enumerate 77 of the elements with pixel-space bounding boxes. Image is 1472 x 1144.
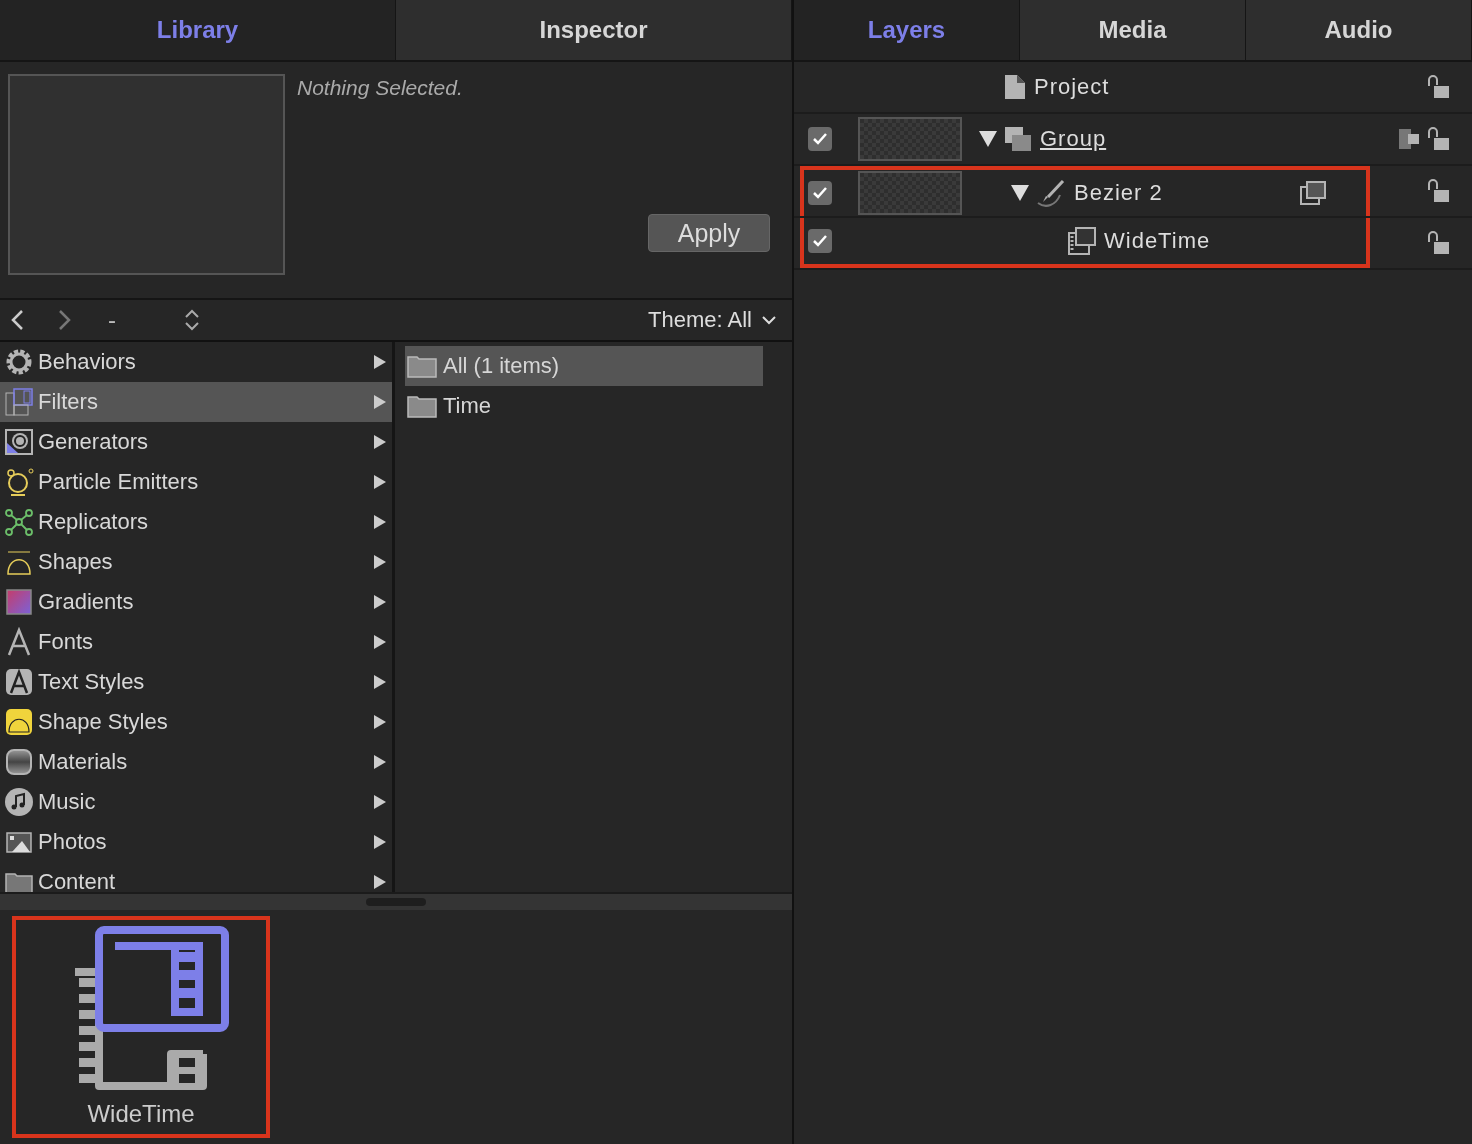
triangle-right-icon [374,355,386,369]
generator-icon [4,427,34,457]
category-item[interactable]: Fonts [0,622,392,662]
checkmark-icon [812,132,828,146]
unlocked-lock-icon[interactable] [1426,75,1450,99]
category-item[interactable]: Content [0,862,392,892]
triangle-right-icon [374,595,386,609]
checkbox[interactable] [808,229,832,253]
folder-icon [407,394,437,418]
unlocked-lock-icon[interactable] [1426,127,1450,151]
triangle-right-icon [374,555,386,569]
disclosure-triangle-icon[interactable] [979,131,997,147]
category-item[interactable]: Music [0,782,392,822]
folder-item[interactable]: Time [405,386,763,426]
unlocked-lock-icon[interactable] [1426,179,1450,203]
category-item[interactable]: Particle Emitters [0,462,392,502]
up-down-chevron-icon[interactable] [184,308,200,332]
paintbrush-icon [1036,179,1066,207]
checkmark-icon [812,186,828,200]
triangle-right-icon [374,395,386,409]
category-item[interactable]: Photos [0,822,392,862]
triangle-right-icon [374,795,386,809]
triangle-right-icon [374,435,386,449]
folder-item[interactable]: All (1 items) [405,346,763,386]
category-item[interactable]: Shape Styles [0,702,392,742]
align-icon[interactable] [1398,128,1420,150]
category-item[interactable]: Materials [0,742,392,782]
item-label: WideTime [87,1100,195,1128]
filter-stack-icon[interactable] [1300,181,1326,205]
folder-icon [407,354,437,378]
panel-tab[interactable]: Inspector [396,0,792,60]
category-item[interactable]: Filters [0,382,392,422]
shape-style-icon [4,707,34,737]
chevron-down-icon [762,315,776,325]
triangle-right-icon [374,515,386,529]
triangle-right-icon [374,675,386,689]
category-item[interactable]: Behaviors [0,342,392,382]
emitter-icon [4,467,34,497]
stacked-squares-icon [1004,126,1032,152]
unlocked-lock-icon[interactable] [1426,231,1450,255]
apply-button[interactable]: Apply [648,214,770,252]
layer-name: WideTime [1104,228,1211,254]
path-menu-button[interactable]: - [108,306,116,334]
panel-tab[interactable]: Media [1020,0,1246,60]
status-text: Nothing Selected. [297,76,463,101]
category-item[interactable]: Shapes [0,542,392,582]
gear-icon [4,347,34,377]
triangle-right-icon [374,875,386,889]
triangle-right-icon [374,475,386,489]
letter-tile-icon [4,667,34,697]
material-icon [4,747,34,777]
triangle-right-icon [374,755,386,769]
panel-tab[interactable]: Audio [1246,0,1472,60]
back-icon[interactable] [10,309,24,331]
checkbox[interactable] [808,127,832,151]
triangle-right-icon [374,715,386,729]
triangle-right-icon [374,835,386,849]
category-item[interactable]: Gradients [0,582,392,622]
disclosure-triangle-icon[interactable] [1011,185,1029,201]
category-item[interactable]: Replicators [0,502,392,542]
triangle-right-icon [374,635,386,649]
replicator-icon [4,507,34,537]
library-item[interactable]: WideTime [12,916,270,1138]
category-item[interactable]: Generators [0,422,392,462]
gradient-icon [4,587,34,617]
document-icon [1004,74,1026,100]
layer-name: Bezier 2 [1074,180,1163,206]
film-frame-icon [1068,227,1096,255]
music-note-icon [4,787,34,817]
layer-name: Project [1034,74,1110,100]
category-item[interactable]: Text Styles [0,662,392,702]
checkbox[interactable] [808,181,832,205]
forward-icon[interactable] [58,309,72,331]
layer-name: Group [1040,126,1107,152]
checkmark-icon [812,234,828,248]
film-frame-icon [4,387,34,417]
theme-dropdown[interactable]: Theme: All [642,306,782,334]
